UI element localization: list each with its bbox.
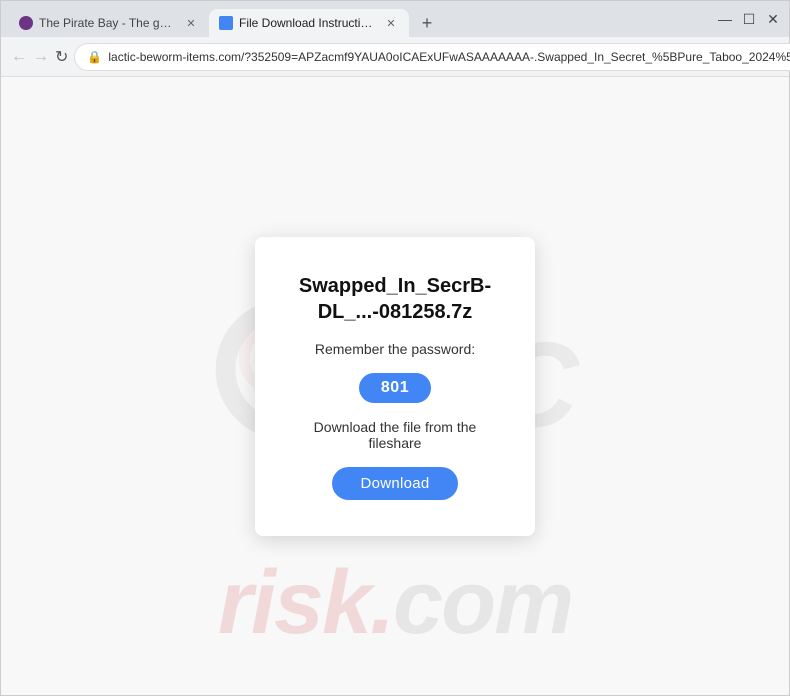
download-card: Swapped_In_SecrB-DL_...-081258.7z Rememb… <box>255 237 535 536</box>
back-button[interactable]: ← <box>11 43 27 71</box>
title-bar: The Pirate Bay - The galaxy's m... ✕ Fil… <box>1 1 789 37</box>
lock-icon: 🔒 <box>87 50 102 64</box>
watermark-com: com <box>393 552 572 655</box>
reload-button[interactable]: ↻ <box>55 43 68 71</box>
maximize-button[interactable]: ☐ <box>741 11 757 27</box>
tab-bar: The Pirate Bay - The galaxy's m... ✕ Fil… <box>9 1 705 37</box>
tab-filedownload-close[interactable]: ✕ <box>383 15 399 31</box>
page-content: PC risk. com Swapped_In_SecrB-DL_...-081… <box>1 77 789 695</box>
new-tab-button[interactable]: + <box>413 9 441 37</box>
tab-piratebay-label: The Pirate Bay - The galaxy's m... <box>39 16 177 30</box>
watermark-riskcom: risk. com <box>218 552 572 655</box>
tab-filedownload-favicon <box>219 16 233 30</box>
browser-frame: The Pirate Bay - The galaxy's m... ✕ Fil… <box>0 0 790 696</box>
window-controls: — ☐ ✕ <box>717 11 781 27</box>
close-button[interactable]: ✕ <box>765 11 781 27</box>
url-input[interactable]: 🔒 lactic-beworm-items.com/?352509=APZacm… <box>74 43 790 71</box>
download-button[interactable]: Download <box>332 467 457 500</box>
tab-filedownload-label: File Download Instructions for ... <box>239 16 377 30</box>
watermark-risk: risk. <box>218 552 393 655</box>
tab-piratebay-close[interactable]: ✕ <box>183 15 199 31</box>
forward-button[interactable]: → <box>33 43 49 71</box>
tab-piratebay[interactable]: The Pirate Bay - The galaxy's m... ✕ <box>9 9 209 37</box>
url-text: lactic-beworm-items.com/?352509=APZacmf9… <box>108 50 790 64</box>
password-badge: 801 <box>359 373 431 403</box>
file-title: Swapped_In_SecrB-DL_...-081258.7z <box>299 273 491 325</box>
minimize-button[interactable]: — <box>717 11 733 27</box>
address-bar: ← → ↻ 🔒 lactic-beworm-items.com/?352509=… <box>1 37 789 77</box>
password-label: Remember the password: <box>315 341 475 357</box>
tab-filedownload[interactable]: File Download Instructions for ... ✕ <box>209 9 409 37</box>
tab-piratebay-favicon <box>19 16 33 30</box>
fileshare-label: Download the file from the fileshare <box>303 419 487 451</box>
